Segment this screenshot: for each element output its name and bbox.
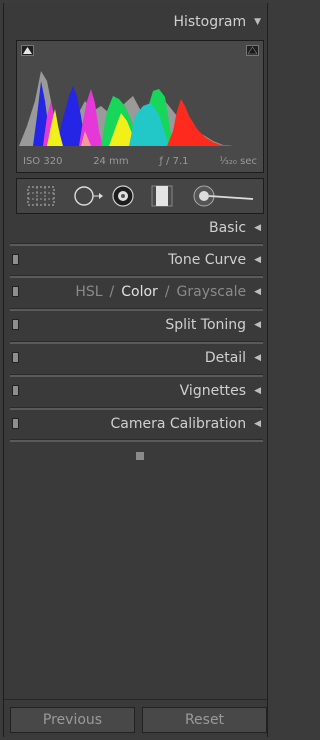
histogram-title: Histogram bbox=[173, 14, 247, 30]
graduated-filter-icon[interactable] bbox=[151, 185, 173, 207]
shutter-speed-value: ¹⁄₃₂₀ sec bbox=[219, 155, 257, 167]
separator-slash: / bbox=[164, 284, 170, 300]
divider bbox=[10, 308, 263, 311]
expand-triangle-icon: ◀ bbox=[254, 353, 261, 363]
histogram-header[interactable]: Histogram ▼ bbox=[4, 11, 267, 33]
tone-curve-panel-header[interactable]: Tone Curve ◀ bbox=[4, 249, 267, 271]
iso-value: ISO 320 bbox=[23, 155, 63, 167]
hsl-panel-header[interactable]: HSL / Color / Grayscale ◀ bbox=[4, 281, 267, 303]
divider bbox=[10, 341, 263, 344]
reset-button[interactable]: Reset bbox=[142, 707, 267, 733]
basic-label: Basic bbox=[209, 220, 247, 236]
tab-color[interactable]: Color bbox=[121, 284, 158, 300]
divider bbox=[10, 407, 263, 410]
expand-triangle-icon: ◀ bbox=[254, 320, 261, 330]
expand-triangle-icon: ◀ bbox=[254, 223, 261, 233]
camera-calibration-panel-header[interactable]: Camera Calibration ◀ bbox=[4, 413, 267, 435]
split-toning-label: Split Toning bbox=[165, 317, 247, 333]
detail-panel-header[interactable]: Detail ◀ bbox=[4, 347, 267, 369]
focal-length-value: 24 mm bbox=[93, 155, 129, 167]
expand-triangle-icon: ◀ bbox=[254, 419, 261, 429]
divider bbox=[10, 439, 263, 442]
vignettes-label: Vignettes bbox=[179, 383, 247, 399]
expand-triangle-icon: ◀ bbox=[254, 287, 261, 297]
previous-button-label: Previous bbox=[42, 712, 103, 728]
panel-end-marker-icon bbox=[136, 452, 144, 460]
tab-hsl[interactable]: HSL bbox=[75, 284, 102, 300]
previous-button[interactable]: Previous bbox=[10, 707, 135, 733]
shadow-clipping-indicator[interactable] bbox=[21, 45, 34, 56]
tone-curve-label: Tone Curve bbox=[168, 252, 247, 268]
basic-panel-header[interactable]: Basic ◀ bbox=[4, 217, 267, 239]
histogram-red-area bbox=[167, 99, 229, 146]
vignettes-panel-header[interactable]: Vignettes ◀ bbox=[4, 380, 267, 402]
expand-triangle-icon: ◀ bbox=[254, 386, 261, 396]
divider bbox=[10, 243, 263, 246]
tab-grayscale[interactable]: Grayscale bbox=[177, 284, 247, 300]
divider bbox=[10, 275, 263, 278]
expand-triangle-icon: ◀ bbox=[254, 255, 261, 265]
reset-button-label: Reset bbox=[184, 712, 225, 728]
detail-label: Detail bbox=[204, 350, 247, 366]
red-eye-icon[interactable] bbox=[112, 185, 134, 207]
aperture-value: ƒ / 7.1 bbox=[159, 155, 189, 167]
camera-info: ISO 320 24 mm ƒ / 7.1 ¹⁄₃₂₀ sec bbox=[17, 153, 263, 169]
separator-slash: / bbox=[109, 284, 115, 300]
divider bbox=[10, 374, 263, 377]
spot-removal-icon[interactable] bbox=[74, 186, 103, 206]
highlight-clipping-indicator[interactable] bbox=[246, 45, 259, 56]
develop-right-panel: Histogram ▼ ISO 320 24 mm ƒ / 7.1 ¹⁄₃₂₀ … bbox=[3, 3, 268, 737]
histogram-display[interactable]: ISO 320 24 mm ƒ / 7.1 ¹⁄₃₂₀ sec bbox=[16, 40, 264, 173]
footer-divider bbox=[4, 699, 267, 700]
split-toning-panel-header[interactable]: Split Toning ◀ bbox=[4, 314, 267, 336]
camera-calibration-label: Camera Calibration bbox=[110, 416, 247, 432]
tool-strip bbox=[16, 178, 264, 214]
crop-tool-icon[interactable] bbox=[27, 186, 55, 206]
collapse-triangle-icon[interactable]: ▼ bbox=[254, 17, 261, 27]
adjustment-brush-icon[interactable] bbox=[193, 185, 254, 207]
